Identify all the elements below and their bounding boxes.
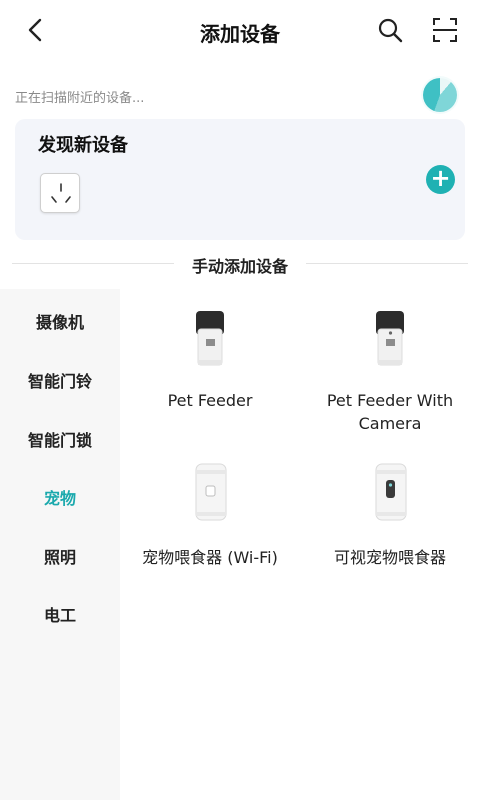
- video-pet-feeder-icon: [355, 462, 425, 532]
- category-item-lighting[interactable]: 照明: [0, 544, 120, 568]
- product-card[interactable]: 宠物喂食器 (Wi-Fi): [120, 462, 300, 569]
- smart-socket-icon[interactable]: [40, 173, 80, 213]
- category-item-camera[interactable]: 摄像机: [0, 309, 120, 333]
- pet-feeder-camera-icon: [355, 305, 425, 375]
- product-name: Pet Feeder With Camera: [326, 391, 454, 433]
- category-sidebar: 摄像机 智能门铃 智能门锁 宠物 照明 电工: [0, 289, 120, 800]
- header-bar: 添加设备: [0, 0, 480, 62]
- discovered-title: 发现新设备: [38, 135, 128, 156]
- product-card[interactable]: 可视宠物喂食器: [300, 462, 480, 569]
- scanning-status: 正在扫描附近的设备...: [15, 78, 465, 112]
- scanning-text: 正在扫描附近的设备...: [15, 91, 145, 106]
- manual-add-title-wrap: 手动添加设备: [12, 253, 468, 277]
- pet-feeder-icon: [175, 305, 245, 375]
- scan-icon[interactable]: [432, 17, 458, 43]
- category-item-pet[interactable]: 宠物: [0, 485, 120, 509]
- manual-add-divider: 手动添加设备: [12, 252, 468, 277]
- page-title: 添加设备: [200, 22, 280, 46]
- search-icon[interactable]: [376, 16, 404, 44]
- product-name: Pet Feeder: [167, 391, 253, 410]
- product-card[interactable]: Pet Feeder: [120, 305, 300, 412]
- plus-circle-icon[interactable]: +: [426, 165, 455, 194]
- category-item-doorbell[interactable]: 智能门铃: [0, 368, 120, 392]
- product-name: 宠物喂食器 (Wi-Fi): [142, 548, 278, 567]
- product-name: 可视宠物喂食器: [333, 548, 446, 567]
- product-card[interactable]: Pet Feeder With Camera: [300, 305, 480, 435]
- category-item-door-lock[interactable]: 智能门锁: [0, 427, 120, 451]
- discovered-devices-card: 发现新设备 +: [15, 119, 465, 240]
- wifi-pet-feeder-icon: [175, 462, 245, 532]
- manual-add-title: 手动添加设备: [179, 257, 300, 276]
- loading-spinner-icon: [423, 78, 457, 112]
- category-item-electrical[interactable]: 电工: [0, 602, 120, 626]
